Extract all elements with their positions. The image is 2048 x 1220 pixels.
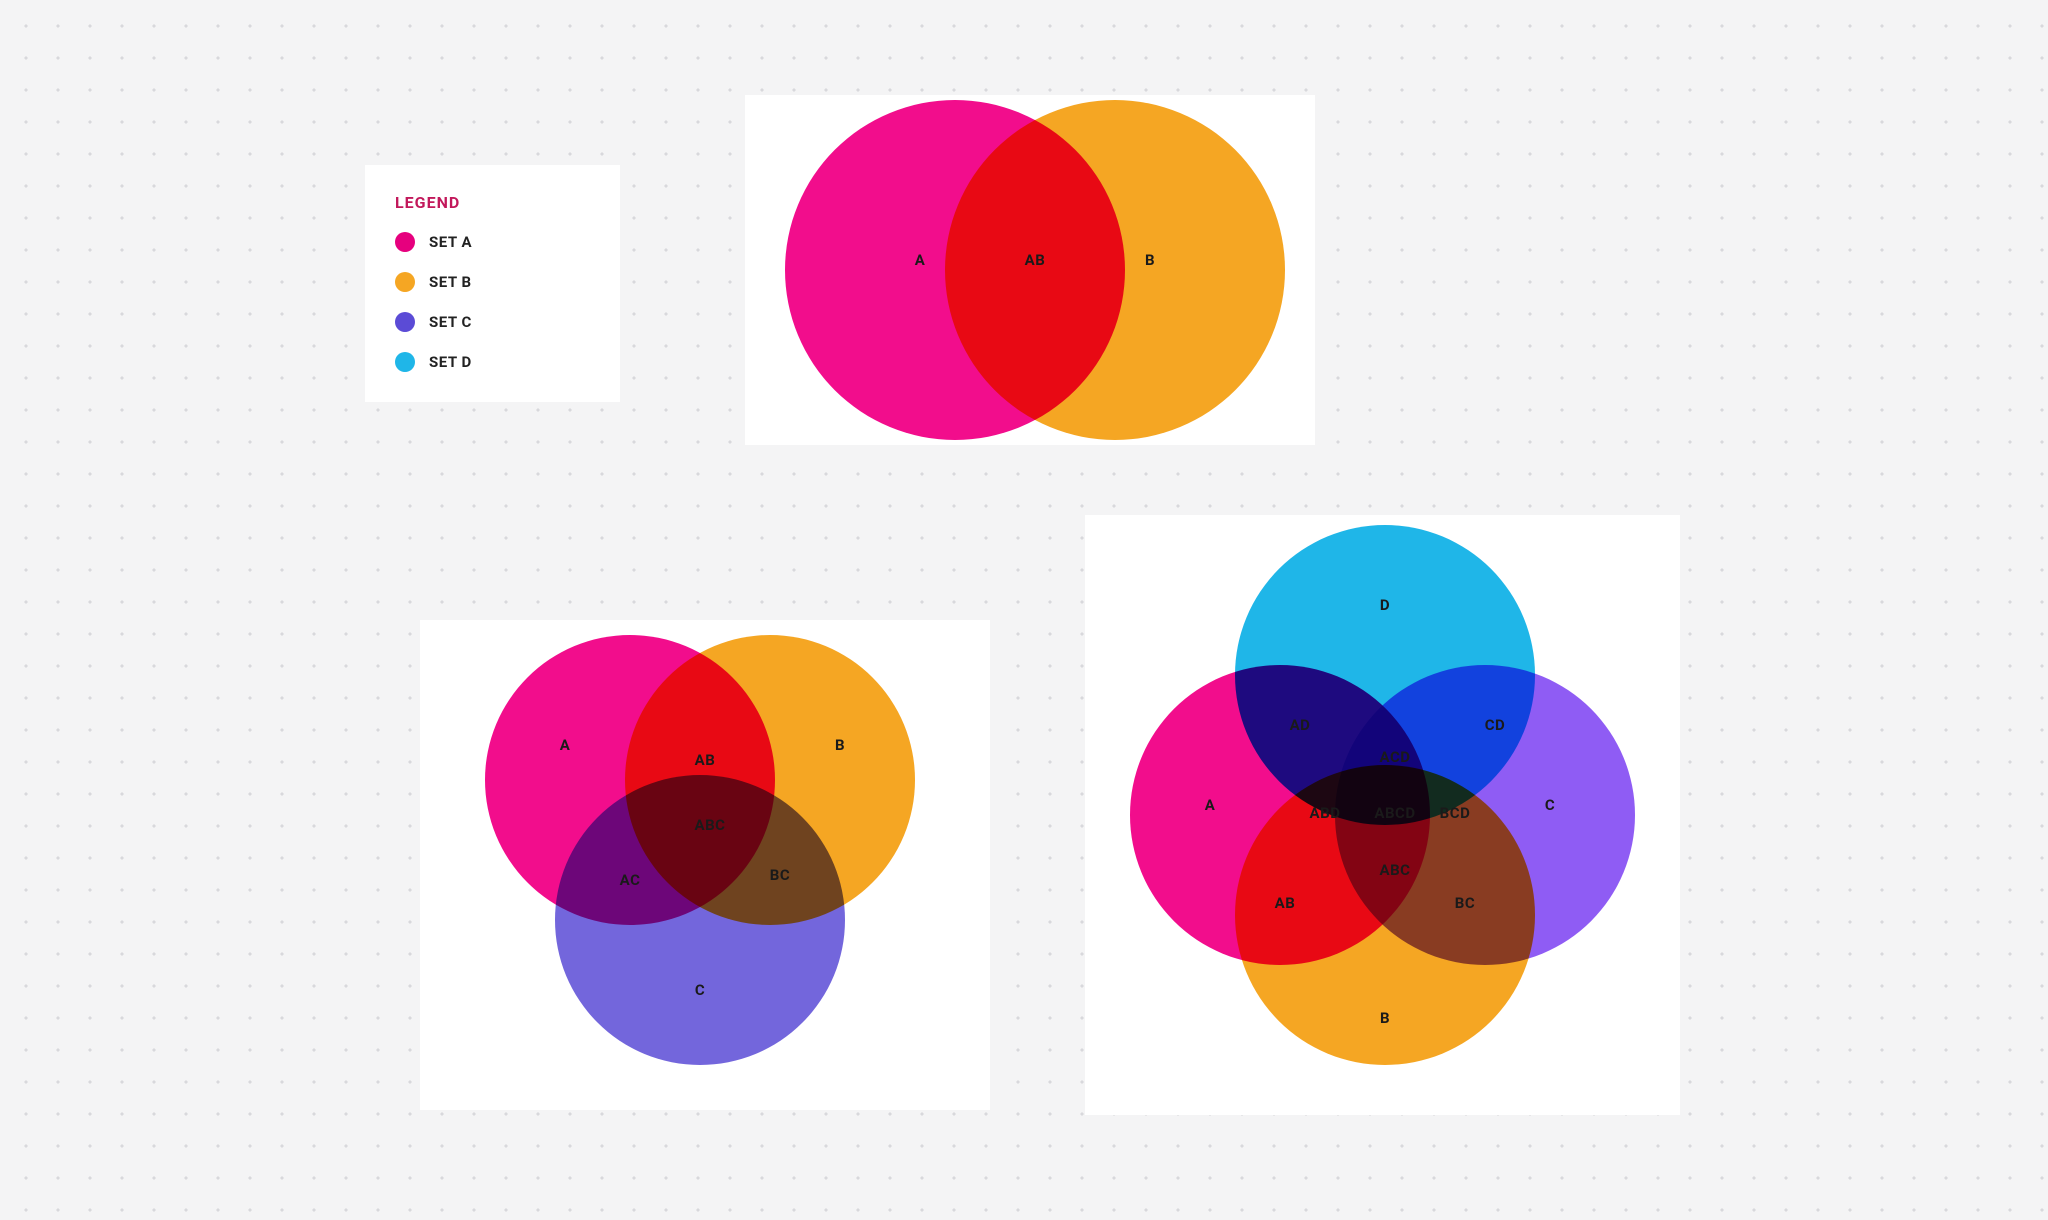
legend-title: LEGEND	[395, 193, 590, 212]
legend-swatch-d	[395, 352, 415, 372]
legend-label-d: SET D	[429, 353, 472, 371]
legend-label-c: SET C	[429, 313, 472, 331]
legend-item-d: SET D	[395, 352, 590, 372]
legend-swatch-a	[395, 232, 415, 252]
legend-item-c: SET C	[395, 312, 590, 332]
legend-panel: LEGEND SET A SET B SET C SET D	[365, 165, 620, 402]
venn-4-panel: D A C B AD CD AB BC ACD ABD BCD ABC ABCD	[1085, 515, 1680, 1115]
legend-swatch-b	[395, 272, 415, 292]
venn-3-svg	[420, 620, 990, 1110]
venn2-circle-b	[945, 100, 1285, 440]
venn3-circle-c	[555, 775, 845, 1065]
legend-item-a: SET A	[395, 232, 590, 252]
venn4-circle-b	[1235, 765, 1535, 1065]
legend-swatch-c	[395, 312, 415, 332]
venn-2-panel: A AB B	[745, 95, 1315, 445]
legend-item-b: SET B	[395, 272, 590, 292]
venn-4-svg	[1085, 515, 1680, 1115]
legend-label-b: SET B	[429, 273, 472, 291]
venn-2-svg	[745, 95, 1315, 445]
venn-3-panel: A B C AB AC BC ABC	[420, 620, 990, 1110]
legend-label-a: SET A	[429, 233, 472, 251]
